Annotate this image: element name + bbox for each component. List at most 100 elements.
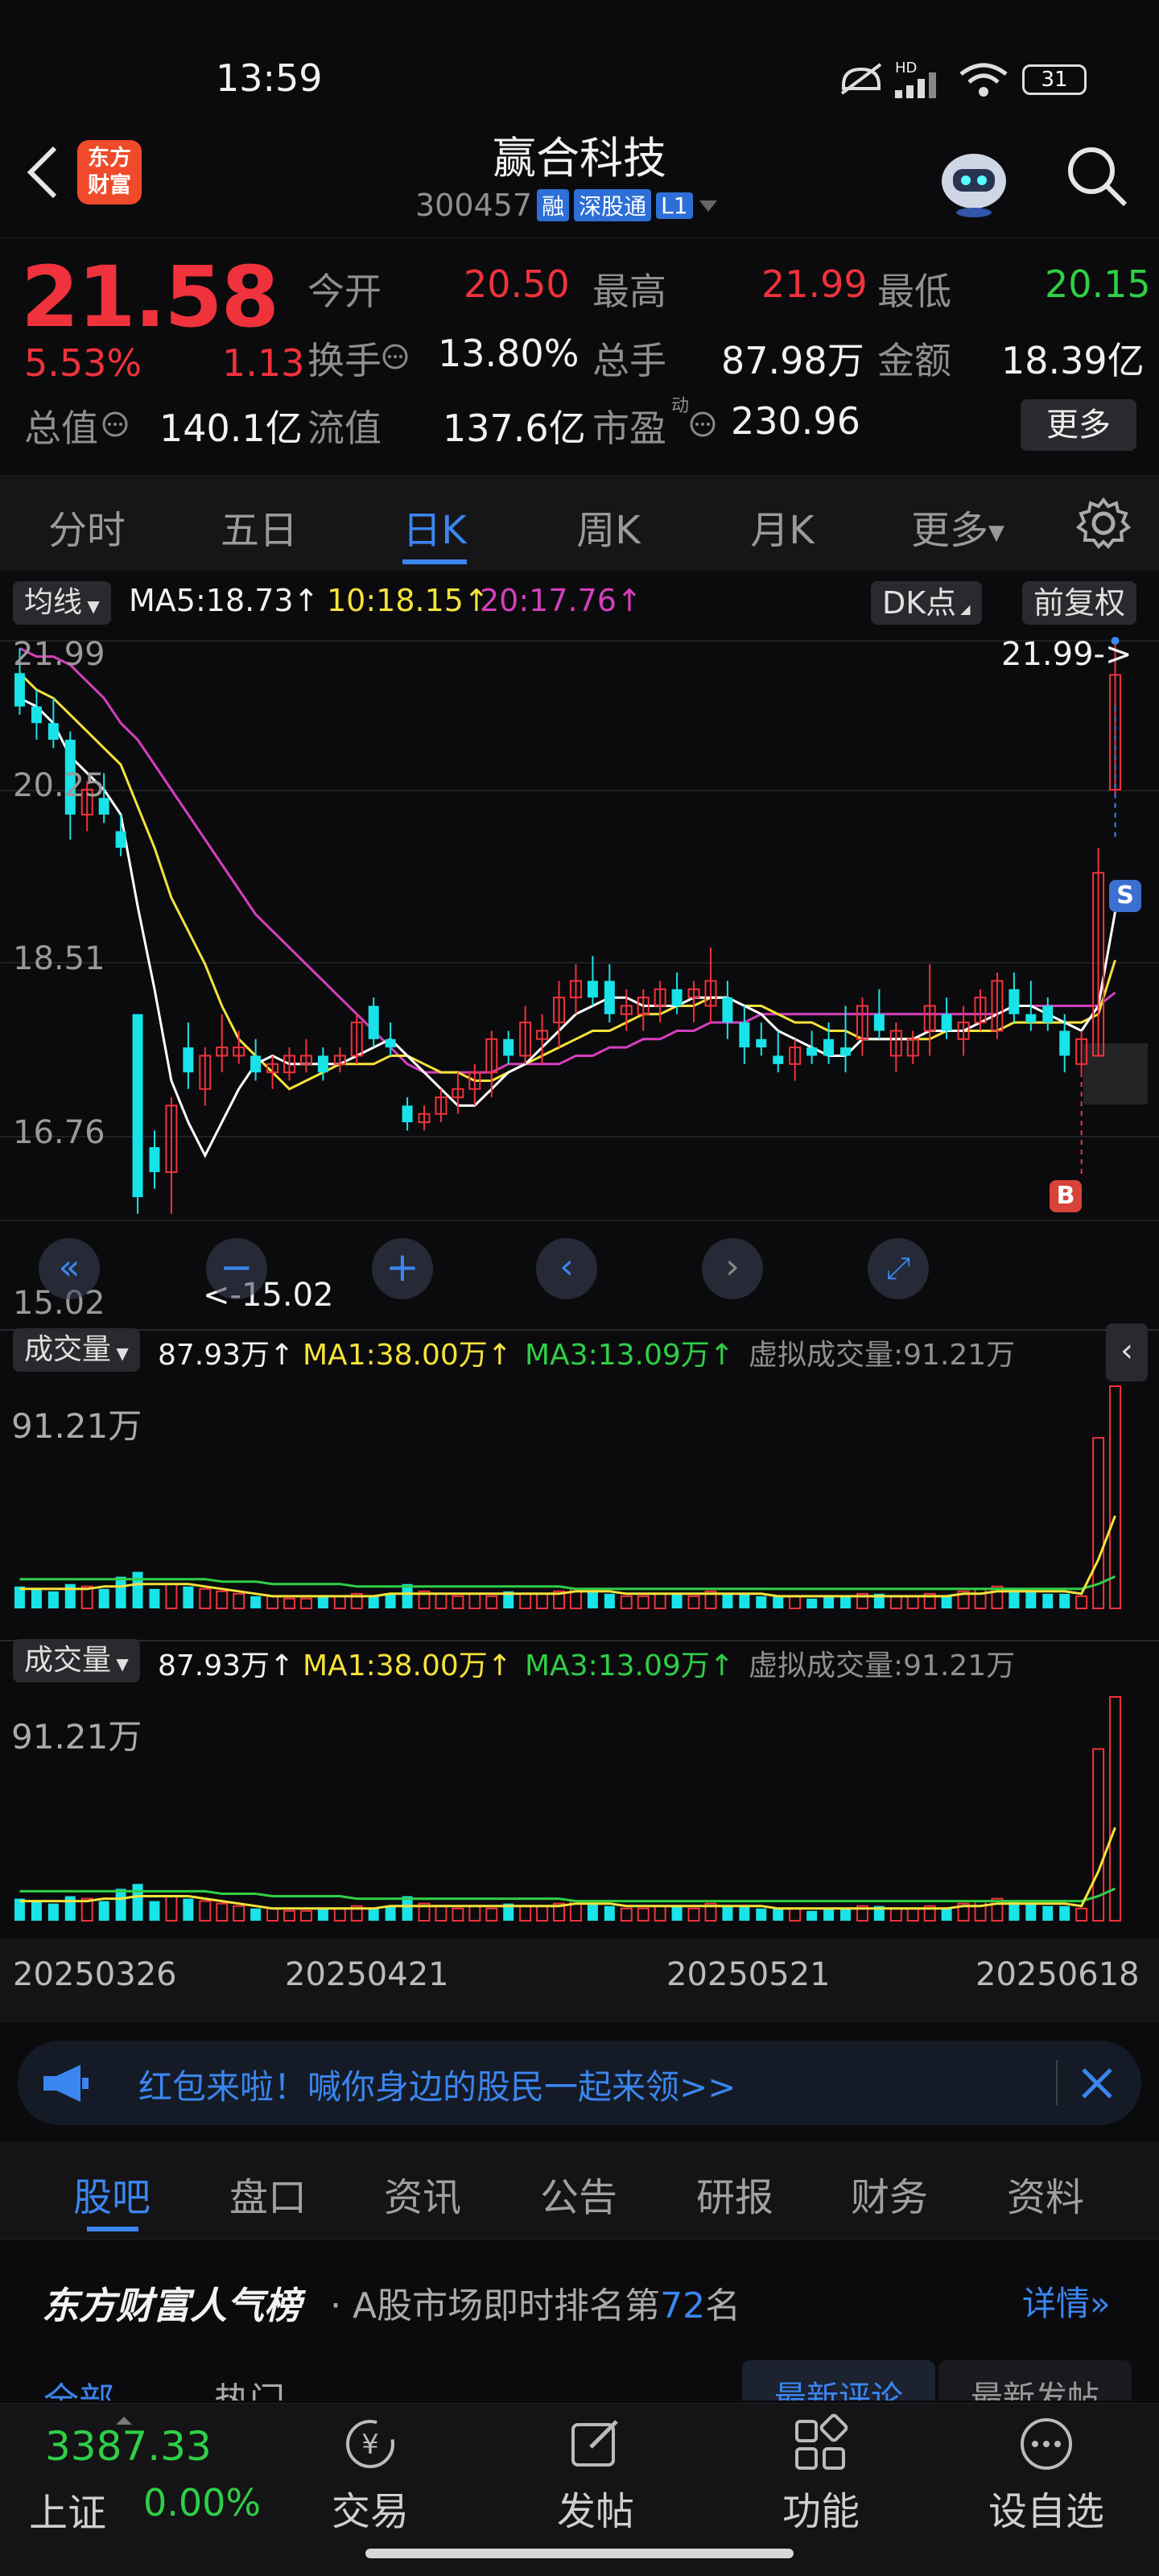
volume-bar-up	[199, 1900, 212, 1922]
volume-bar-down	[317, 1596, 328, 1608]
ma5-line	[19, 696, 1116, 1158]
volume-bar-up	[654, 1592, 666, 1610]
index-value[interactable]: 3387.33	[45, 2423, 212, 2470]
candle-body-down	[317, 1055, 328, 1073]
date-axis: 20250326 20250421 20250521 20250618	[0, 1938, 1159, 2023]
vol-ma1-legend: MA1:38.00万↑	[303, 1339, 512, 1372]
tab-order-book[interactable]: 盘口	[192, 2165, 344, 2222]
more-icon	[1021, 2418, 1072, 2470]
info-icon[interactable]	[689, 411, 716, 438]
nav-functions[interactable]: 功能	[740, 2412, 901, 2536]
volume-bar-down	[31, 1588, 42, 1608]
volume-bar-down	[149, 1901, 160, 1921]
volume-bar-up	[452, 1907, 464, 1922]
nav-post[interactable]: 发帖	[515, 2412, 676, 2536]
fullscreen-icon[interactable]: ⤢	[868, 1238, 929, 1299]
buy-signal-badge[interactable]: B	[1050, 1180, 1082, 1212]
volume-bar-down	[64, 1583, 76, 1608]
volume-selector-2[interactable]: 成交量 ▼	[13, 1639, 140, 1682]
collapse-panel-icon[interactable]: ‹	[1106, 1323, 1148, 1381]
volume-bar-up	[435, 1905, 448, 1922]
subtab-all[interactable]: 全部	[43, 2372, 114, 2401]
info-icon[interactable]	[101, 411, 129, 438]
tab-intraday[interactable]: 分时	[6, 498, 167, 555]
nav-trade[interactable]: ¥ 交易	[290, 2412, 451, 2536]
tab-profile[interactable]: 资料	[969, 2165, 1122, 2222]
promo-banner[interactable]: 红包来啦！喊你身边的股民一起来领>>	[18, 2041, 1141, 2125]
volume-bar-down	[1059, 1905, 1070, 1921]
volume-label: 总手	[592, 339, 666, 382]
tab-research[interactable]: 研报	[658, 2165, 811, 2222]
tab-weekly-k[interactable]: 周K	[528, 498, 689, 555]
volume-bar-down	[132, 1571, 143, 1608]
volume-bar-down	[823, 1908, 835, 1921]
ma-selector[interactable]: 均线 ▼	[13, 581, 111, 625]
nav-add-watchlist-label: 设自选	[988, 2489, 1104, 2534]
volume-bar-up	[789, 1907, 802, 1922]
section-tabs: 股吧 盘口 资讯 公告 研报 财务 资料	[0, 2141, 1159, 2240]
gear-icon[interactable]	[1075, 495, 1132, 551]
sort-latest-post[interactable]: 最新发帖	[938, 2360, 1132, 2401]
tab-more[interactable]: 更多▼	[877, 498, 1038, 555]
tab-daily-k[interactable]: 日K	[354, 498, 515, 555]
volume-bar-up	[974, 1587, 987, 1609]
volume-bar-up	[468, 1592, 481, 1610]
volume-bar-up	[536, 1592, 549, 1610]
robot-assistant-icon[interactable]	[934, 137, 1014, 217]
info-icon[interactable]	[382, 343, 409, 370]
chevron-down-icon[interactable]	[698, 197, 719, 213]
tab-announcements[interactable]: 公告	[502, 2165, 655, 2222]
volume-bar-down	[149, 1588, 160, 1608]
date-label-2: 20250421	[285, 1956, 449, 1993]
banner-text[interactable]: 红包来啦！喊你身边的股民一起来领>>	[138, 2060, 736, 2109]
more-button[interactable]: 更多	[1021, 399, 1136, 451]
candle-body-down	[1059, 1030, 1070, 1056]
index-name[interactable]: 上证	[29, 2481, 106, 2537]
volume-bar-down	[368, 1596, 379, 1608]
close-icon[interactable]	[1079, 2065, 1116, 2102]
dropdown-caret-icon: ▼	[111, 1654, 129, 1674]
index-percent[interactable]: 0.00%	[143, 2481, 261, 2524]
scroll-right-icon[interactable]: ›	[702, 1238, 763, 1299]
tab-forum[interactable]: 股吧	[35, 2165, 188, 2222]
volume-max-label: 91.21万	[11, 1406, 142, 1446]
tab-more-label: 更多	[910, 508, 988, 553]
kline-svg[interactable]	[0, 625, 1159, 2023]
volume-selector-label: 成交量	[24, 1333, 112, 1366]
candle-body-down	[149, 1147, 160, 1173]
volume-bar-up	[620, 1595, 633, 1610]
sell-signal-badge[interactable]: S	[1109, 880, 1141, 912]
tab-news[interactable]: 资讯	[346, 2165, 499, 2222]
volume-bar-down	[98, 1901, 109, 1921]
candle-body-down	[604, 980, 615, 1014]
expand-up-icon[interactable]	[116, 2415, 132, 2425]
ma10-value: 10:18.15	[327, 583, 464, 618]
fast-back-icon[interactable]: «	[39, 1238, 100, 1299]
sort-latest-comment[interactable]: 最新评论	[742, 2360, 935, 2401]
volume-bar-down	[47, 1903, 59, 1921]
volume-bar-down	[722, 1593, 733, 1608]
rank-text-post: 名	[705, 2285, 741, 2326]
volume-selector-1[interactable]: 成交量 ▼	[13, 1328, 140, 1372]
tab-monthly-k[interactable]: 月K	[702, 498, 863, 555]
search-icon[interactable]	[1062, 142, 1130, 209]
volume-bar-up	[637, 1907, 650, 1922]
subtab-hot[interactable]: 热门	[214, 2372, 285, 2401]
volume-bar-up	[637, 1595, 650, 1610]
dk-point-button[interactable]: DK点 ◢	[871, 581, 982, 625]
volume-bar-up	[789, 1595, 802, 1610]
rank-detail-link[interactable]: 详情»	[1022, 2277, 1111, 2326]
tab-finance[interactable]: 财务	[813, 2165, 966, 2222]
zoom-out-icon[interactable]: −	[206, 1238, 267, 1299]
zoom-in-icon[interactable]: +	[372, 1238, 433, 1299]
scroll-left-icon[interactable]: ‹	[536, 1238, 597, 1299]
level-badge: L1	[656, 192, 693, 219]
virtual-volume: 虚拟成交量:91.21万	[749, 1649, 1016, 1682]
float-value: 137.6亿	[443, 407, 586, 450]
candle-body-down	[183, 1047, 194, 1073]
nav-add-watchlist[interactable]: 设自选	[966, 2412, 1127, 2536]
adjust-button[interactable]: 前复权	[1022, 581, 1137, 625]
date-label-4: 20250618	[975, 1956, 1140, 1993]
tab-five-day[interactable]: 五日	[179, 498, 340, 555]
volume-bar-down	[1042, 1905, 1054, 1921]
